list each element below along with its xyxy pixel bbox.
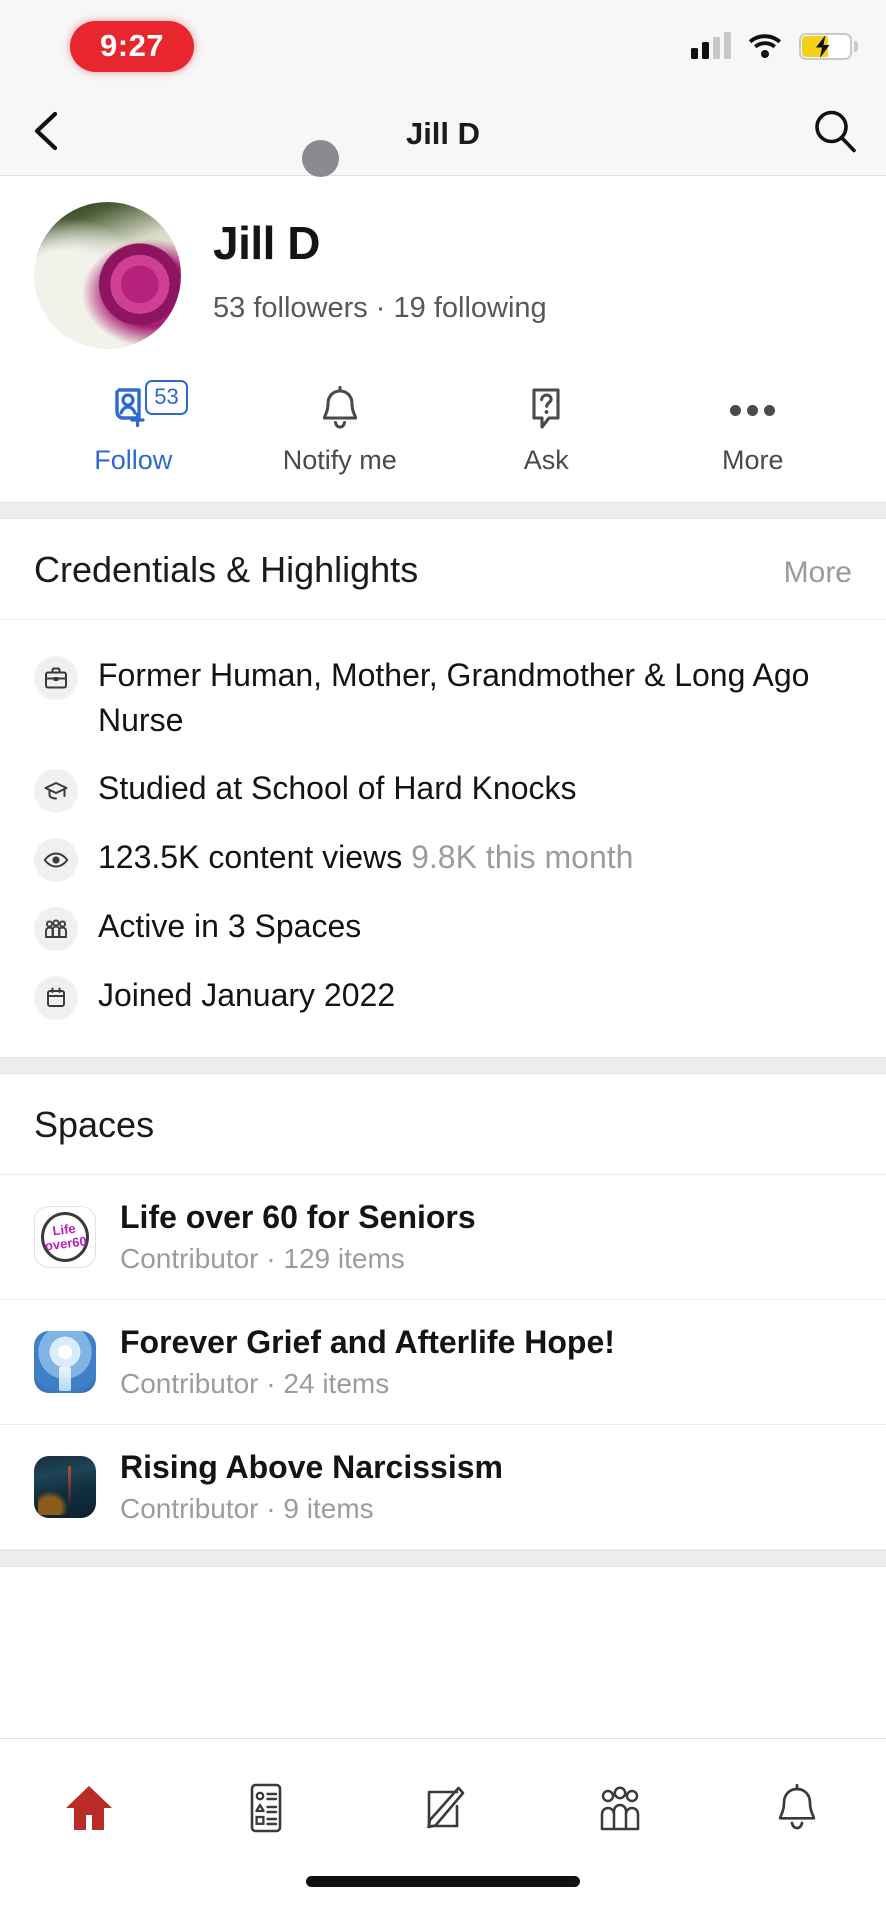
home-icon bbox=[65, 1785, 112, 1830]
follow-count-badge: 53 bbox=[145, 380, 188, 415]
content-views-month: 9.8K this month bbox=[411, 838, 634, 875]
section-divider bbox=[0, 1549, 886, 1567]
home-indicator-area bbox=[0, 1876, 886, 1920]
profile-content: Jill D 53 followers · 19 following 53 Fo… bbox=[0, 176, 886, 1738]
status-time: 9:27 bbox=[70, 20, 195, 72]
bottom-nav-answer[interactable] bbox=[354, 1739, 531, 1876]
bell-icon bbox=[779, 1783, 816, 1829]
eye-icon bbox=[34, 837, 78, 882]
graduation-cap-icon bbox=[34, 768, 78, 813]
credential-row: Joined January 2022 bbox=[34, 962, 852, 1031]
list-feed-icon bbox=[250, 1783, 282, 1832]
search-icon bbox=[815, 110, 856, 153]
cellular-signal-icon bbox=[691, 32, 731, 59]
content-views-value: 123.5K content views bbox=[98, 838, 412, 875]
people-group-icon bbox=[34, 906, 78, 951]
search-button[interactable] bbox=[812, 108, 858, 159]
space-subtitle: Contributor · 24 items bbox=[120, 1367, 390, 1399]
space-name: Rising Above Narcissism bbox=[120, 1448, 503, 1485]
credential-text: Former Human, Mother, Grandmother & Long… bbox=[98, 657, 810, 739]
people-spaces-icon bbox=[600, 1786, 640, 1830]
back-button[interactable] bbox=[28, 109, 68, 158]
space-list-item[interactable]: Rising Above Narcissism Contributor · 9 … bbox=[0, 1425, 886, 1550]
spaces-title: Spaces bbox=[34, 1103, 155, 1145]
touch-pointer-indicator bbox=[302, 140, 339, 177]
status-bar: 9:27 bbox=[0, 0, 886, 92]
profile-header: Jill D 53 followers · 19 following bbox=[0, 176, 886, 349]
credential-text: 123.5K content views 9.8K this month bbox=[98, 835, 633, 880]
nav-bar: Jill D bbox=[0, 92, 886, 177]
spaces-header: Spaces bbox=[0, 1074, 886, 1175]
status-indicators bbox=[691, 32, 858, 60]
follow-button[interactable]: 53 Follow bbox=[30, 380, 237, 476]
app-screen: 9:27 Jill D Jill D 53 followers · 19 fol… bbox=[0, 0, 886, 1920]
more-button[interactable]: More bbox=[650, 383, 857, 476]
profile-name: Jill D bbox=[213, 217, 320, 269]
space-subtitle: Contributor · 9 items bbox=[120, 1492, 374, 1524]
notify-me-label: Notify me bbox=[282, 445, 397, 475]
space-avatar-forever-grief bbox=[34, 1330, 96, 1393]
question-bubble-icon bbox=[522, 383, 570, 437]
section-divider bbox=[0, 502, 886, 519]
profile-actions: 53 Follow Notify me Ask More bbox=[0, 349, 886, 502]
bottom-nav-following[interactable] bbox=[177, 1739, 354, 1876]
section-divider bbox=[0, 1056, 886, 1074]
credential-row: Former Human, Mother, Grandmother & Long… bbox=[34, 642, 852, 755]
credentials-title: Credentials & Highlights bbox=[34, 549, 419, 590]
credential-text: Active in 3 Spaces bbox=[98, 907, 362, 944]
page-title: Jill D bbox=[405, 115, 481, 151]
space-name: Life over 60 for Seniors bbox=[120, 1198, 476, 1235]
space-list-item[interactable]: Forever Grief and Afterlife Hope! Contri… bbox=[0, 1300, 886, 1425]
ask-label: Ask bbox=[523, 445, 569, 475]
bottom-nav-spaces[interactable] bbox=[532, 1739, 709, 1876]
profile-stats[interactable]: 53 followers · 19 following bbox=[213, 292, 547, 325]
more-label: More bbox=[721, 445, 784, 475]
follow-label: Follow bbox=[94, 445, 173, 475]
briefcase-icon bbox=[34, 656, 78, 700]
credential-text: Studied at School of Hard Knocks bbox=[98, 769, 577, 806]
space-list-item[interactable]: Life over60 Life over 60 for Seniors Cont… bbox=[0, 1175, 886, 1300]
chevron-left-icon bbox=[34, 111, 58, 151]
credential-row: Studied at School of Hard Knocks bbox=[34, 755, 852, 824]
notify-me-button[interactable]: Notify me bbox=[237, 383, 444, 476]
ellipsis-icon bbox=[730, 383, 776, 437]
bottom-navigation bbox=[0, 1738, 886, 1876]
space-subtitle: Contributor · 129 items bbox=[120, 1242, 405, 1274]
person-add-icon: 53 bbox=[107, 380, 188, 437]
credentials-list: Former Human, Mother, Grandmother & Long… bbox=[0, 620, 886, 1057]
space-avatar-life-over-60: Life over60 bbox=[34, 1205, 96, 1268]
ask-button[interactable]: Ask bbox=[443, 383, 650, 476]
home-indicator[interactable] bbox=[306, 1876, 580, 1887]
credential-text: Joined January 2022 bbox=[98, 976, 396, 1013]
avatar[interactable] bbox=[34, 202, 181, 349]
calendar-icon bbox=[34, 975, 78, 1020]
space-avatar-rising-above-narcissism bbox=[34, 1455, 96, 1518]
credential-row: Active in 3 Spaces bbox=[34, 893, 852, 962]
battery-charging-icon bbox=[799, 32, 858, 60]
credentials-more-button[interactable]: More bbox=[784, 556, 852, 590]
space-name: Forever Grief and Afterlife Hope! bbox=[120, 1323, 615, 1360]
credentials-header: Credentials & Highlights More bbox=[0, 519, 886, 620]
wifi-icon bbox=[748, 33, 782, 59]
compose-pencil-icon bbox=[427, 1786, 465, 1828]
bottom-nav-notifications[interactable] bbox=[709, 1739, 886, 1876]
credential-row: 123.5K content views 9.8K this month bbox=[34, 824, 852, 893]
bottom-nav-home[interactable] bbox=[0, 1739, 177, 1876]
bell-icon bbox=[316, 383, 364, 437]
